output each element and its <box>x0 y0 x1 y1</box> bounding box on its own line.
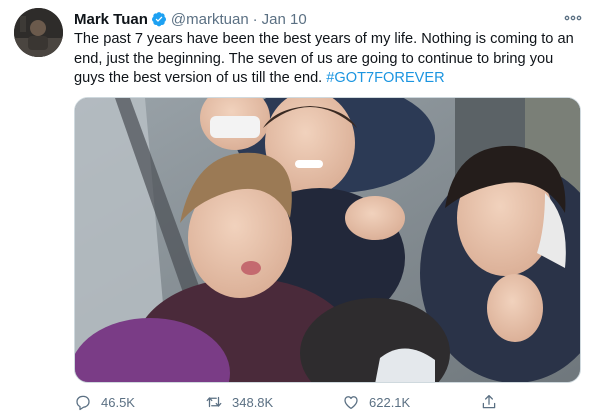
share-icon <box>482 394 496 409</box>
avatar-image <box>14 8 63 57</box>
separator-dot: · <box>252 10 258 28</box>
more-icon[interactable] <box>564 11 582 25</box>
reply-count: 46.5K <box>101 394 135 410</box>
author-handle[interactable]: @marktuan <box>171 11 249 28</box>
tweet-body: The past 7 years have been the best year… <box>74 31 574 86</box>
tweet-actions: 46.5K 348.8K 622.1K <box>74 393 544 411</box>
tweet-card[interactable]: Mark Tuan @marktuan · Jan 10 The past 7 … <box>0 0 589 412</box>
retweet-icon <box>206 396 222 408</box>
tweet-photo[interactable] <box>74 97 581 383</box>
like-icon <box>344 396 358 410</box>
avatar[interactable] <box>14 8 63 57</box>
hashtag-link[interactable]: #GOT7FOREVER <box>326 70 444 86</box>
retweet-count: 348.8K <box>232 394 274 410</box>
share-button[interactable] <box>480 393 507 411</box>
verified-badge-icon <box>151 12 166 27</box>
retweet-button[interactable]: 348.8K <box>205 393 273 411</box>
reply-button[interactable]: 46.5K <box>74 393 135 411</box>
tweet-date[interactable]: Jan 10 <box>262 11 307 28</box>
like-button[interactable]: 622.1K <box>342 393 410 411</box>
tweet-text: The past 7 years have been the best year… <box>74 30 574 89</box>
reply-icon <box>76 395 90 411</box>
tweet-header: Mark Tuan @marktuan · Jan 10 <box>74 9 307 29</box>
selfie-photo <box>75 98 580 382</box>
like-count: 622.1K <box>369 394 411 410</box>
author-name[interactable]: Mark Tuan <box>74 11 148 28</box>
